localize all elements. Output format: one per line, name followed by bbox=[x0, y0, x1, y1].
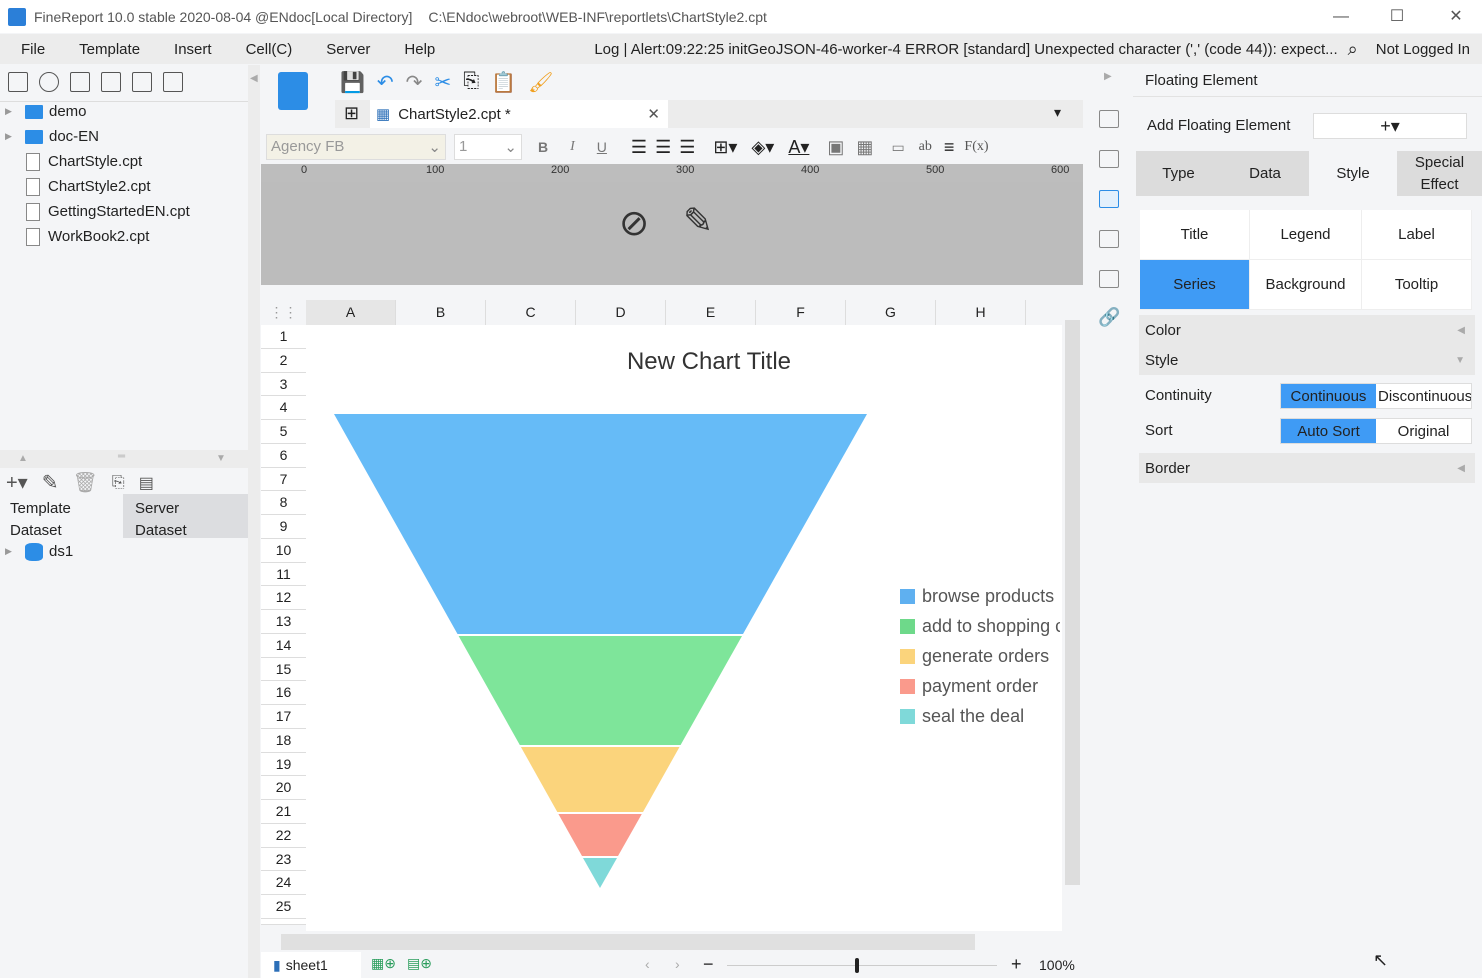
border-section-label: Border bbox=[1145, 459, 1191, 477]
tab-type[interactable]: Type bbox=[1136, 151, 1221, 196]
original-option[interactable]: Original bbox=[1376, 419, 1471, 443]
vertical-scroll-thumb[interactable] bbox=[1065, 320, 1080, 885]
collapse-arrow-icon: ◀ bbox=[1457, 324, 1465, 336]
tab-special-effect[interactable]: Special Effect bbox=[1397, 151, 1482, 196]
tab-style[interactable]: Style bbox=[1309, 151, 1397, 196]
legend-label: generate orders bbox=[922, 646, 1050, 666]
close-button[interactable]: ✕ bbox=[1433, 0, 1479, 33]
color-section-label: Color bbox=[1145, 321, 1181, 339]
legend-item[interactable]: generate orders bbox=[900, 646, 1049, 667]
legend-item[interactable]: seal the deal bbox=[900, 706, 1024, 727]
discontinuous-option[interactable]: Discontinuous bbox=[1376, 384, 1471, 408]
sheet-tab[interactable]: ▮ sheet1 bbox=[261, 952, 361, 978]
funnel-segment-seal-deal bbox=[583, 858, 617, 888]
legend-item[interactable]: browse products bbox=[900, 586, 1054, 607]
style-section-label: Style bbox=[1145, 351, 1179, 369]
subtab-title[interactable]: Title bbox=[1140, 210, 1250, 260]
hyperlink-icon[interactable]: 🔗 bbox=[1098, 307, 1120, 328]
horizontal-scrollbar[interactable] bbox=[261, 932, 1083, 952]
chart-attributes-icon[interactable] bbox=[1099, 190, 1119, 208]
legend-item[interactable]: payment order bbox=[900, 676, 1038, 697]
expand-icon[interactable]: ▶ bbox=[1104, 71, 1112, 82]
subtab-legend[interactable]: Legend bbox=[1250, 210, 1362, 260]
zoom-in-button[interactable]: + bbox=[1011, 954, 1022, 975]
condition-icon[interactable] bbox=[1099, 270, 1119, 288]
subtab-label[interactable]: Label bbox=[1362, 210, 1472, 260]
minimize-button[interactable]: — bbox=[1318, 0, 1364, 33]
panel-title: Floating Element bbox=[1133, 65, 1482, 97]
continuity-label: Continuity bbox=[1145, 387, 1212, 404]
legend-item[interactable]: add to shopping cart bbox=[900, 616, 1060, 637]
funnel-chart[interactable] bbox=[0, 0, 1082, 930]
add-floating-label: Add Floating Element bbox=[1147, 117, 1291, 134]
legend-label: payment order bbox=[922, 676, 1039, 696]
maximize-button[interactable]: ☐ bbox=[1374, 0, 1420, 33]
color-section[interactable]: Color ◀ bbox=[1139, 315, 1475, 345]
chart-legend: browse products add to shopping cart gen… bbox=[900, 580, 1060, 740]
zoom-slider-handle[interactable] bbox=[855, 958, 859, 973]
add-sheet-icon[interactable]: ▦⊕ bbox=[371, 955, 396, 972]
collapse-arrow-icon: ◀ bbox=[1457, 462, 1465, 474]
subtab-tooltip[interactable]: Tooltip bbox=[1362, 260, 1472, 310]
continuous-option[interactable]: Continuous bbox=[1281, 384, 1376, 408]
next-sheet-icon[interactable]: › bbox=[675, 956, 680, 972]
zoom-slider[interactable] bbox=[727, 965, 997, 966]
cell-element-icon[interactable] bbox=[1099, 150, 1119, 168]
search-icon[interactable]: ⌕ bbox=[1348, 39, 1358, 60]
status-bar: ▮ sheet1 ▦⊕ ▤⊕ ‹ › − + 100% bbox=[261, 952, 1083, 978]
widget-settings-icon[interactable] bbox=[1099, 230, 1119, 248]
style-section[interactable]: Style ▼ bbox=[1139, 345, 1475, 375]
auto-sort-option[interactable]: Auto Sort bbox=[1281, 419, 1376, 443]
properties-panel: Floating Element Add Floating Element +▾… bbox=[1133, 65, 1482, 978]
right-icon-strip: ▶ 🔗 bbox=[1088, 65, 1130, 978]
border-section[interactable]: Border ◀ bbox=[1139, 453, 1475, 483]
sort-label: Sort bbox=[1145, 422, 1173, 439]
sheet-label: sheet1 bbox=[285, 957, 328, 973]
continuity-toggle: Continuous Discontinuous bbox=[1280, 383, 1472, 409]
tab-data[interactable]: Data bbox=[1221, 151, 1309, 196]
legend-label: seal the deal bbox=[922, 706, 1025, 726]
subtab-series[interactable]: Series bbox=[1140, 260, 1250, 310]
vertical-scrollbar[interactable] bbox=[1062, 300, 1083, 931]
login-status[interactable]: Not Logged In bbox=[1376, 41, 1482, 58]
zoom-level: 100% bbox=[1039, 957, 1075, 973]
funnel-segment-payment-order bbox=[558, 814, 642, 856]
add-floating-element-button[interactable]: +▾ bbox=[1313, 113, 1467, 139]
subtab-background[interactable]: Background bbox=[1250, 260, 1362, 310]
cell-attributes-icon[interactable] bbox=[1099, 110, 1119, 128]
funnel-segment-generate-orders bbox=[520, 747, 680, 812]
mouse-cursor-icon: ↖ bbox=[1373, 950, 1389, 970]
funnel-segment-add-to-cart bbox=[458, 636, 742, 745]
zoom-out-button[interactable]: − bbox=[703, 954, 714, 975]
legend-label: browse products bbox=[922, 586, 1055, 606]
horizontal-scroll-thumb[interactable] bbox=[281, 934, 975, 950]
expand-arrow-icon: ▼ bbox=[1455, 354, 1465, 366]
funnel-segment-browse-products bbox=[334, 414, 867, 634]
sort-toggle: Auto Sort Original bbox=[1280, 418, 1472, 444]
sheet-icon: ▮ bbox=[273, 956, 281, 973]
legend-label: add to shopping cart bbox=[922, 616, 1060, 636]
prev-sheet-icon[interactable]: ‹ bbox=[645, 956, 650, 972]
add-dashboard-icon[interactable]: ▤⊕ bbox=[407, 955, 432, 972]
